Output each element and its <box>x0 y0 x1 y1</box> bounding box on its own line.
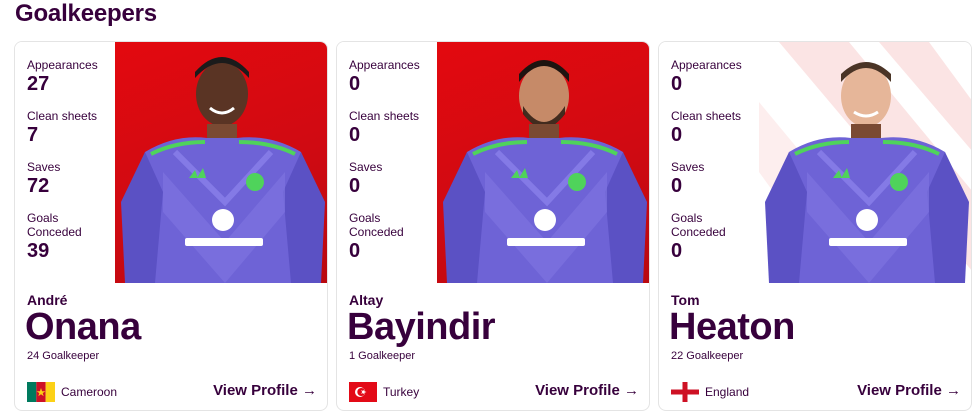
stat-label-clean-sheets: Clean sheets <box>27 109 98 123</box>
stat-value-goals-conceded: 39 <box>27 240 50 262</box>
england-flag-icon <box>671 382 699 402</box>
stat-appearances: Appearances 0 <box>671 58 742 96</box>
stat-label-appearances: Appearances <box>27 58 98 72</box>
stat-goals-conceded: Goals Conceded 39 <box>27 211 82 263</box>
stat-label-saves: Saves <box>671 160 705 174</box>
stat-clean-sheets: Clean sheets 0 <box>349 109 419 147</box>
stat-label-goals: Goals <box>27 211 59 225</box>
player-last-name: Bayindir <box>347 306 496 348</box>
stat-appearances: Appearances 0 <box>349 58 420 96</box>
stat-value-appearances: 0 <box>671 73 683 95</box>
stat-value-clean-sheets: 7 <box>27 124 39 146</box>
stat-value-goals-conceded: 0 <box>349 240 361 262</box>
stat-label-conceded: Conceded <box>27 225 82 239</box>
player-card-onana[interactable]: Appearances 27 Clean sheets 7 Saves 72 G… <box>14 41 328 411</box>
stat-value-goals-conceded: 0 <box>671 240 683 262</box>
player-photo <box>115 42 327 283</box>
stat-label-saves: Saves <box>349 160 383 174</box>
stat-value-appearances: 0 <box>349 73 361 95</box>
stat-value-saves: 72 <box>27 175 50 197</box>
player-number-position: 24 Goalkeeper <box>27 350 100 362</box>
stats-panel: Appearances 0 Clean sheets 0 Saves 0 Goa… <box>659 42 759 283</box>
section-title: Goalkeepers <box>15 0 157 27</box>
stat-clean-sheets: Clean sheets 0 <box>671 109 741 147</box>
stat-value-appearances: 27 <box>27 73 50 95</box>
stat-value-saves: 0 <box>671 175 683 197</box>
stat-label-clean-sheets: Clean sheets <box>349 109 420 123</box>
cameroon-flag-icon <box>27 382 55 402</box>
view-profile-link[interactable]: View Profile → <box>535 382 639 399</box>
stat-label-conceded: Conceded <box>671 225 726 239</box>
stat-label-goals: Goals <box>671 211 703 225</box>
stats-panel: Appearances 27 Clean sheets 7 Saves 72 G… <box>15 42 115 283</box>
player-country: Turkey <box>383 385 420 399</box>
stat-label-conceded: Conceded <box>349 225 404 239</box>
player-last-name: Heaton <box>669 306 795 348</box>
stat-clean-sheets: Clean sheets 7 <box>27 109 97 147</box>
stat-value-saves: 0 <box>349 175 361 197</box>
stat-label-appearances: Appearances <box>349 58 420 72</box>
view-profile-link[interactable]: View Profile → <box>213 382 317 399</box>
stat-label-clean-sheets: Clean sheets <box>671 109 742 123</box>
stat-appearances: Appearances 27 <box>27 58 98 96</box>
player-number-position: 1 Goalkeeper <box>349 350 416 362</box>
stat-goals-conceded: Goals Conceded 0 <box>671 211 726 263</box>
player-country: Cameroon <box>61 385 118 399</box>
stats-panel: Appearances 0 Clean sheets 0 Saves 0 Goa… <box>337 42 437 283</box>
stat-saves: Saves 0 <box>671 160 704 198</box>
stat-value-clean-sheets: 0 <box>671 124 683 146</box>
stat-saves: Saves 0 <box>349 160 382 198</box>
stat-value-clean-sheets: 0 <box>349 124 361 146</box>
player-last-name: Onana <box>25 306 141 348</box>
turkey-flag-icon <box>349 382 377 402</box>
stat-label-saves: Saves <box>27 160 61 174</box>
player-photo <box>437 42 649 283</box>
stat-goals-conceded: Goals Conceded 0 <box>349 211 404 263</box>
player-photo <box>759 42 971 283</box>
stat-label-appearances: Appearances <box>671 58 742 72</box>
player-card-bayindir[interactable]: Appearances 0 Clean sheets 0 Saves 0 Goa… <box>336 41 650 411</box>
view-profile-link[interactable]: View Profile → <box>857 382 961 399</box>
stat-saves: Saves 72 <box>27 160 60 198</box>
player-card-heaton[interactable]: Appearances 0 Clean sheets 0 Saves 0 Goa… <box>658 41 972 411</box>
stat-label-goals: Goals <box>349 211 381 225</box>
player-number-position: 22 Goalkeeper <box>671 350 744 362</box>
player-country: England <box>705 385 750 399</box>
